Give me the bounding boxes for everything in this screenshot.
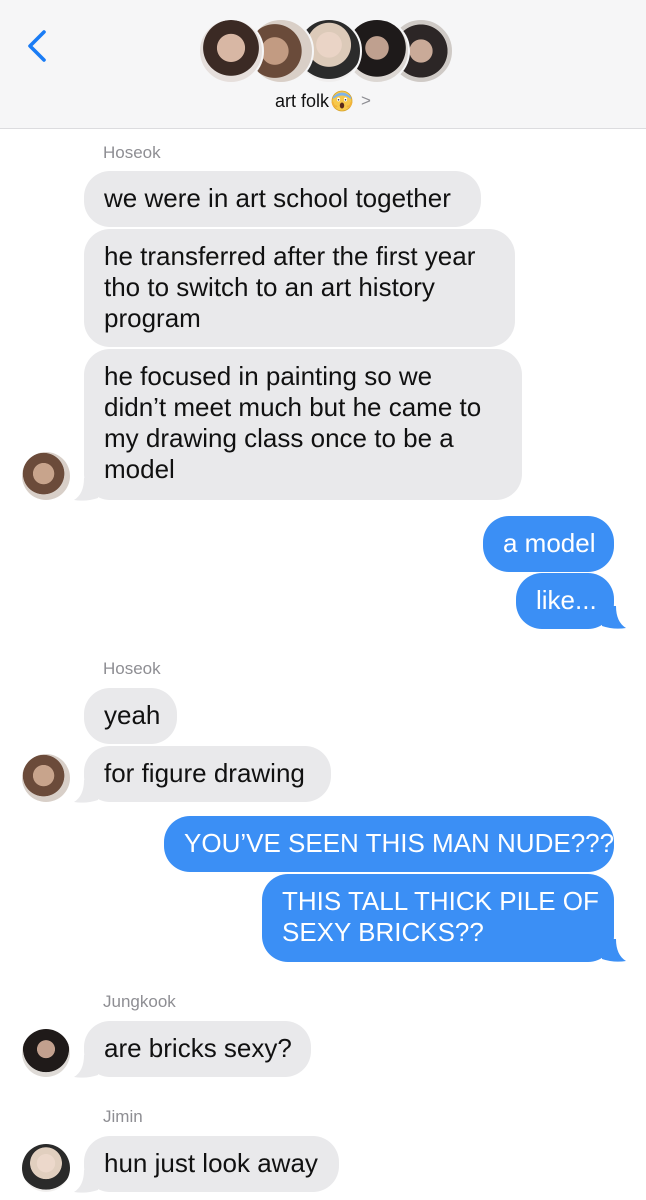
message-text: for figure drawing (104, 758, 305, 788)
sender-name: Jimin (103, 1107, 143, 1126)
message-text: hun just look away (104, 1148, 318, 1178)
message-line: he focused in painting so we (104, 361, 433, 391)
message-line: didn’t meet much but he came to (104, 392, 482, 422)
message-text: yeah (104, 700, 161, 730)
received-message[interactable]: he transferred after the first year tho … (84, 229, 515, 347)
conversation-title[interactable]: art folk > (0, 86, 646, 116)
message-line: tho to switch to an art history (104, 272, 435, 302)
screaming-face-icon (331, 90, 353, 112)
back-button[interactable] (20, 26, 54, 66)
group-avatars[interactable] (198, 18, 454, 84)
group-member-avatar-1 (198, 18, 264, 84)
received-message[interactable]: for figure drawing (84, 746, 331, 802)
sent-message[interactable]: YOU’VE SEEN THIS MAN NUDE??? (164, 816, 614, 872)
sent-message[interactable]: a model (483, 516, 614, 572)
bubble-tail (74, 780, 98, 803)
received-message[interactable]: we were in art school together (84, 171, 481, 227)
received-message[interactable]: hun just look away (84, 1136, 339, 1192)
chevron-left-icon (28, 30, 46, 62)
message-line: my drawing class once to be a (104, 423, 454, 453)
sender-avatar[interactable] (22, 1029, 70, 1077)
bubble-tail (74, 478, 98, 501)
bubble-tail (602, 606, 626, 629)
message-line: model (104, 454, 175, 484)
message-line: THIS TALL THICK PILE OF (282, 886, 599, 916)
received-message[interactable]: are bricks sexy? (84, 1021, 311, 1077)
group-name: art folk (275, 90, 330, 111)
message-text: a model (503, 528, 596, 558)
message-text: are bricks sexy? (104, 1033, 292, 1063)
chevron-right-icon: > (361, 91, 371, 110)
bubble-tail (74, 1170, 98, 1193)
message-line: he transferred after the first year (104, 241, 476, 271)
sent-message[interactable]: like... (516, 573, 614, 629)
message-line: SEXY BRICKS?? (282, 917, 484, 947)
received-message[interactable]: he focused in painting so we didn’t meet… (84, 349, 522, 500)
conversation-header: art folk > (0, 0, 646, 129)
bubble-tail (602, 939, 626, 962)
message-text: like... (536, 585, 597, 615)
sender-avatar[interactable] (22, 754, 70, 802)
received-message[interactable]: yeah (84, 688, 177, 744)
sender-avatar[interactable] (22, 1144, 70, 1192)
sender-name: Hoseok (103, 143, 161, 162)
sender-avatar[interactable] (22, 452, 70, 500)
message-text: we were in art school together (104, 183, 451, 213)
message-line: program (104, 303, 201, 333)
sender-name: Hoseok (103, 659, 161, 678)
bubble-tail (74, 1055, 98, 1078)
message-text: YOU’VE SEEN THIS MAN NUDE??? (184, 828, 615, 858)
sender-name: Jungkook (103, 992, 176, 1011)
sent-message[interactable]: THIS TALL THICK PILE OF SEXY BRICKS?? (262, 874, 614, 962)
